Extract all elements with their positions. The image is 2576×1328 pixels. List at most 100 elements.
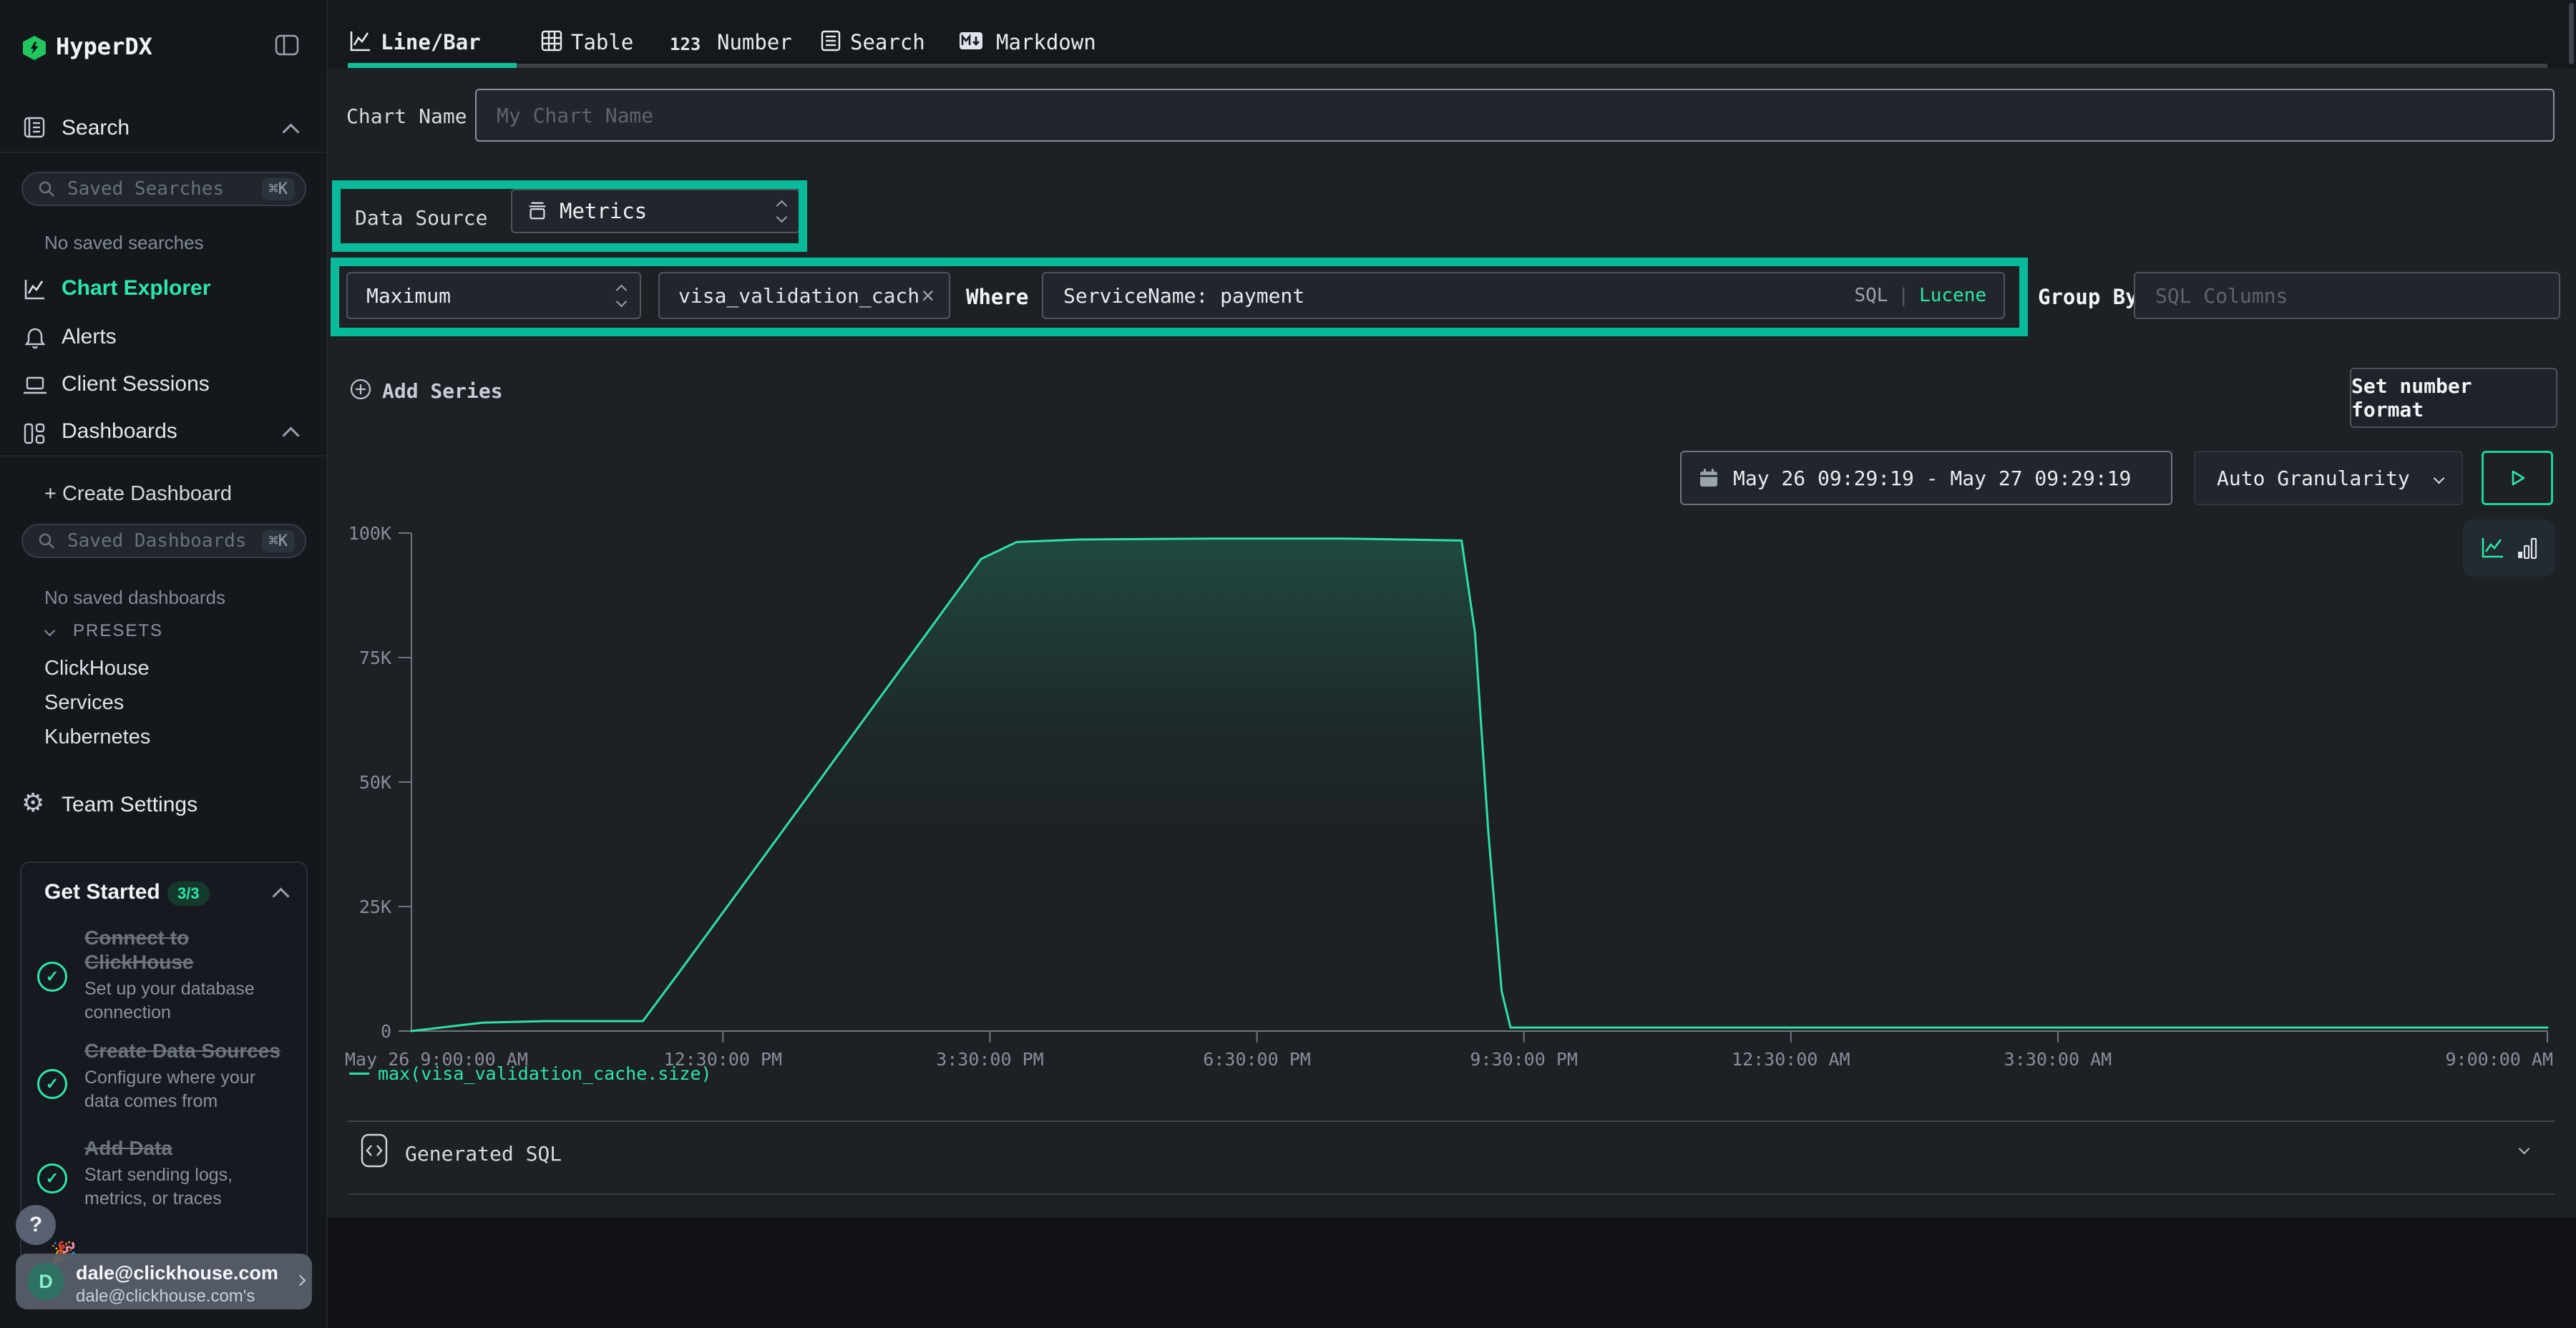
chevron-up-icon[interactable] [282,123,299,140]
help-button[interactable]: ? [16,1205,56,1245]
metrics-source-icon [527,200,548,222]
markdown-tab-icon [959,31,983,50]
svg-text:3:30:00 AM: 3:30:00 AM [2004,1049,2112,1070]
bell-icon [24,326,46,349]
svg-text:50K: 50K [359,772,391,793]
user-menu[interactable]: D dale@clickhouse.com dale@clickhouse.co… [16,1254,312,1309]
saved-searches-search[interactable]: ⌘K [21,172,306,206]
legend-label: max(visa_validation_cache.size) [378,1063,712,1084]
group-by-input[interactable] [2154,283,2540,308]
sidebar-item-chart-explorer[interactable]: Chart Explorer [62,276,210,301]
divider [0,152,326,153]
task-check-icon: ✓ [37,962,67,992]
user-subtitle: dale@clickhouse.com's [76,1286,255,1307]
saved-dashboards-input[interactable] [66,529,262,552]
task-desc: Start sending logs, metrics, or traces [84,1163,289,1211]
timeseries-chart[interactable]: 025K50K75K100KMay 26 9:00:00 AM12:30:00 … [329,494,2576,1088]
chevron-up-icon[interactable] [282,426,299,444]
svg-text:25K: 25K [359,897,391,917]
sidebar-item-team-settings[interactable]: Team Settings [62,793,197,817]
task-title: Add Data [84,1136,289,1161]
svg-text:9:30:00 PM: 9:30:00 PM [1470,1049,1578,1070]
play-icon [2507,467,2528,489]
svg-text:3:30:00 PM: 3:30:00 PM [936,1049,1044,1070]
add-series-button[interactable]: Add Series [382,379,503,403]
aggregation-select[interactable]: Maximum [346,272,641,319]
active-tab-underline [348,63,517,68]
where-value: ServiceName: payment [1063,284,1854,308]
no-saved-searches-note: No saved searches [44,232,204,254]
preset-services[interactable]: Services [44,691,124,715]
tab-table[interactable]: Table [571,30,633,54]
search-icon [37,532,56,550]
gear-icon: ⚙ [21,790,44,816]
get-started-task[interactable]: Create Data Sources Configure where your… [84,1039,289,1113]
collapse-sidebar-icon[interactable] [275,34,299,56]
legend-swatch [349,1073,369,1075]
svg-text:12:30:00 AM: 12:30:00 AM [1732,1049,1850,1070]
select-chevrons-icon [618,286,625,306]
shortcut-badge: ⌘K [262,530,296,552]
divider [348,1120,2555,1122]
get-started-title: Get Started [44,880,160,904]
metric-chip[interactable]: visa_validation_cach × [658,272,950,319]
get-started-task[interactable]: Connect to ClickHouse Set up your databa… [84,926,289,1025]
sidebar-item-client-sessions[interactable]: Client Sessions [62,372,210,396]
chart-name-input[interactable] [495,103,2534,128]
svg-text:100K: 100K [348,523,391,544]
tab-line-bar[interactable]: Line/Bar [381,30,481,54]
table-tab-icon [541,30,562,52]
saved-searches-input[interactable] [66,177,262,200]
get-started-task[interactable]: Add Data Start sending logs, metrics, or… [84,1136,289,1211]
chart-explorer-icon [23,278,46,301]
lucene-mode-toggle[interactable]: Lucene [1919,285,1986,306]
data-source-select[interactable]: Metrics [511,189,800,233]
presets-header[interactable]: PRESETS [73,621,163,641]
create-dashboard-button[interactable]: + Create Dashboard [44,482,232,506]
tab-number[interactable]: Number [717,30,792,54]
where-field[interactable]: ServiceName: payment SQL | Lucene [1042,272,2005,319]
shortcut-badge: ⌘K [262,178,296,200]
preset-clickhouse[interactable]: ClickHouse [44,657,150,680]
view-tabbar [328,0,2576,69]
set-number-format-button[interactable]: Set number format [2350,368,2557,428]
get-started-progress-badge: 3/3 [167,882,210,906]
chart-legend[interactable]: max(visa_validation_cache.size) [349,1063,712,1084]
sidebar-item-alerts[interactable]: Alerts [62,325,117,349]
plus-circle-icon [349,378,372,401]
dashboards-icon [23,422,46,445]
sidebar-item-dashboards[interactable]: Dashboards [62,419,177,444]
no-saved-dashboards-note: No saved dashboards [44,587,225,609]
group-by-label: Group By [2038,285,2138,309]
date-range-value: May 26 09:29:19 - May 27 09:29:19 [1733,467,2131,490]
lightning-bolt-icon [31,42,39,54]
laptop-icon [23,375,47,396]
task-check-icon: ✓ [37,1069,67,1099]
generated-sql-label: Generated SQL [405,1142,562,1166]
divider [0,455,326,456]
user-email: dale@clickhouse.com [76,1262,278,1284]
chevron-down-icon[interactable] [44,625,56,637]
sidebar: HyperDX Search ⌘K No saved searches Char… [0,0,328,1328]
chart-name-label: Chart Name [346,104,467,128]
chart-name-field[interactable] [475,89,2555,142]
task-check-icon: ✓ [37,1163,67,1193]
divider [348,1193,2555,1195]
saved-dashboards-search[interactable]: ⌘K [21,524,306,558]
granularity-value: Auto Granularity [2217,467,2435,490]
data-source-label: Data Source [355,206,487,230]
chevron-right-icon [295,1275,306,1286]
svg-text:9:00:00 AM: 9:00:00 AM [2445,1049,2553,1070]
sidebar-section-search[interactable]: Search [62,116,130,140]
tab-search[interactable]: Search [850,30,925,54]
svg-text:75K: 75K [359,648,391,668]
close-icon[interactable]: × [921,283,935,309]
hyperdx-app: HyperDX Search ⌘K No saved searches Char… [0,0,2576,1328]
tab-markdown[interactable]: Markdown [996,30,1096,54]
line-chart-tab-icon [348,29,372,53]
scrollbar-thumb[interactable] [2569,3,2574,64]
group-by-field[interactable] [2134,272,2560,319]
sql-mode-toggle[interactable]: SQL [1854,285,1888,306]
task-desc: Configure where your data comes from [84,1066,289,1113]
preset-kubernetes[interactable]: Kubernetes [44,726,150,749]
